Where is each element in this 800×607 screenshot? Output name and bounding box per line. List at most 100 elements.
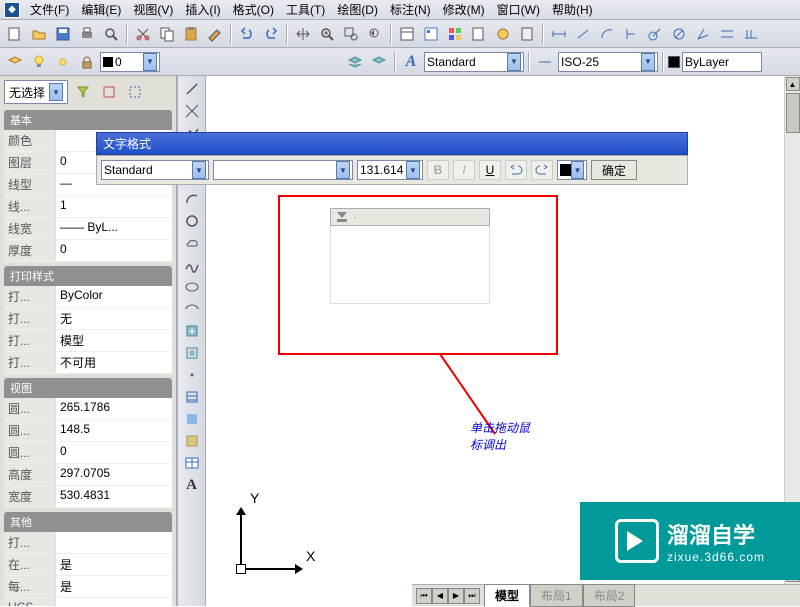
- mtext-edit-area[interactable]: [330, 226, 490, 304]
- mtext-editor[interactable]: ·: [330, 208, 490, 304]
- menu-format[interactable]: 格式(O): [227, 0, 280, 20]
- mtext-icon[interactable]: A: [181, 474, 203, 496]
- property-row[interactable]: 圆...148.5: [4, 420, 172, 442]
- layer-prev-icon[interactable]: [368, 51, 390, 73]
- revision-cloud-icon[interactable]: [181, 232, 203, 254]
- property-value[interactable]: 无: [56, 308, 172, 329]
- properties-icon[interactable]: [396, 23, 418, 45]
- menu-insert[interactable]: 插入(I): [179, 0, 226, 20]
- layers-icon[interactable]: [344, 51, 366, 73]
- property-value[interactable]: 1: [56, 196, 172, 217]
- tab-first-icon[interactable]: ⏮: [416, 588, 432, 604]
- lock-icon[interactable]: [76, 51, 98, 73]
- spline-icon[interactable]: [181, 254, 203, 276]
- chevron-down-icon[interactable]: ▼: [571, 161, 584, 179]
- dim-style-icon[interactable]: [534, 51, 556, 73]
- property-row[interactable]: 圆...265.1786: [4, 398, 172, 420]
- scroll-up-icon[interactable]: ▲: [786, 77, 800, 91]
- text-color-combo[interactable]: ▼: [557, 160, 587, 180]
- menu-file[interactable]: 文件(F): [24, 0, 75, 20]
- property-value[interactable]: 模型: [56, 330, 172, 351]
- menu-help[interactable]: 帮助(H): [546, 0, 599, 20]
- menu-modify[interactable]: 修改(M): [437, 0, 491, 20]
- property-value[interactable]: 是: [56, 554, 172, 575]
- property-value[interactable]: —— ByL...: [56, 218, 172, 239]
- property-row[interactable]: 线宽—— ByL...: [4, 218, 172, 240]
- property-row[interactable]: 每...是: [4, 576, 172, 598]
- selection-combo[interactable]: 无选择 ▼: [4, 80, 68, 104]
- property-row[interactable]: 宽度530.4831: [4, 486, 172, 508]
- property-value[interactable]: [56, 532, 172, 553]
- arc-icon[interactable]: [181, 188, 203, 210]
- match-icon[interactable]: [204, 23, 226, 45]
- menu-tools[interactable]: 工具(T): [280, 0, 331, 20]
- property-value[interactable]: 530.4831: [56, 486, 172, 507]
- property-value[interactable]: 297.0705: [56, 464, 172, 485]
- region-icon[interactable]: [181, 430, 203, 452]
- italic-button[interactable]: I: [453, 160, 475, 180]
- mtext-ruler[interactable]: ·: [330, 208, 490, 226]
- tab-layout1[interactable]: 布局1: [530, 584, 583, 607]
- chevron-down-icon[interactable]: ▼: [192, 161, 206, 179]
- dim-linear-icon[interactable]: [548, 23, 570, 45]
- chevron-down-icon[interactable]: ▼: [143, 53, 157, 71]
- chevron-down-icon[interactable]: ▼: [406, 161, 420, 179]
- menu-draw[interactable]: 绘图(D): [331, 0, 384, 20]
- property-row[interactable]: 在...是: [4, 554, 172, 576]
- section-print-header[interactable]: 打印样式: [4, 266, 172, 286]
- menu-edit[interactable]: 编辑(E): [75, 0, 127, 20]
- sun-icon[interactable]: [52, 51, 74, 73]
- property-value[interactable]: 148.5: [56, 420, 172, 441]
- copy-icon[interactable]: [156, 23, 178, 45]
- chevron-down-icon[interactable]: ▼: [641, 53, 655, 71]
- dim-style-combo[interactable]: ISO-25 ▼: [558, 52, 658, 72]
- point-icon[interactable]: [181, 364, 203, 386]
- print-icon[interactable]: [76, 23, 98, 45]
- property-row[interactable]: 打...无: [4, 308, 172, 330]
- bulb-icon[interactable]: [28, 51, 50, 73]
- line-icon[interactable]: [181, 78, 203, 100]
- ellipse-arc-icon[interactable]: [181, 298, 203, 320]
- sheet-icon[interactable]: [468, 23, 490, 45]
- menu-view[interactable]: 视图(V): [127, 0, 179, 20]
- property-row[interactable]: 打...不可用: [4, 352, 172, 374]
- cut-icon[interactable]: [132, 23, 154, 45]
- property-row[interactable]: 高度297.0705: [4, 464, 172, 486]
- gradient-icon[interactable]: [181, 408, 203, 430]
- property-value[interactable]: 265.1786: [56, 398, 172, 419]
- save-icon[interactable]: [52, 23, 74, 45]
- filter-icon[interactable]: [72, 81, 94, 103]
- quick-select-icon[interactable]: [98, 81, 120, 103]
- property-value[interactable]: [56, 598, 172, 606]
- property-row[interactable]: 打...: [4, 532, 172, 554]
- underline-button[interactable]: U: [479, 160, 501, 180]
- text-style-combo[interactable]: Standard ▼: [424, 52, 524, 72]
- zoom-window-icon[interactable]: [340, 23, 362, 45]
- bold-button[interactable]: B: [427, 160, 449, 180]
- chevron-down-icon[interactable]: ▼: [49, 83, 63, 101]
- calc-icon[interactable]: [516, 23, 538, 45]
- paste-icon[interactable]: [180, 23, 202, 45]
- insert-block-icon[interactable]: [181, 320, 203, 342]
- section-misc-header[interactable]: 其他: [4, 512, 172, 532]
- property-value[interactable]: 0: [56, 240, 172, 261]
- dim-arc-icon[interactable]: [596, 23, 618, 45]
- property-value[interactable]: 0: [56, 442, 172, 463]
- tab-next-icon[interactable]: ▶: [448, 588, 464, 604]
- redo-text-icon[interactable]: [531, 160, 553, 180]
- tab-layout2[interactable]: 布局2: [583, 584, 636, 607]
- text-height-combo[interactable]: 131.614 ▼: [357, 160, 423, 180]
- toggle-icon[interactable]: [124, 81, 146, 103]
- chevron-down-icon[interactable]: ▼: [507, 53, 521, 71]
- menu-dimension[interactable]: 标注(N): [384, 0, 437, 20]
- open-icon[interactable]: [28, 23, 50, 45]
- design-center-icon[interactable]: [420, 23, 442, 45]
- layer-prop-icon[interactable]: [4, 51, 26, 73]
- property-row[interactable]: UCS...: [4, 598, 172, 606]
- indent-marker-icon[interactable]: [335, 210, 349, 224]
- zoom-prev-icon[interactable]: [364, 23, 386, 45]
- ok-button[interactable]: 确定: [591, 160, 637, 180]
- property-row[interactable]: 线...1: [4, 196, 172, 218]
- chevron-down-icon[interactable]: ▼: [336, 161, 350, 179]
- property-row[interactable]: 打...ByColor: [4, 286, 172, 308]
